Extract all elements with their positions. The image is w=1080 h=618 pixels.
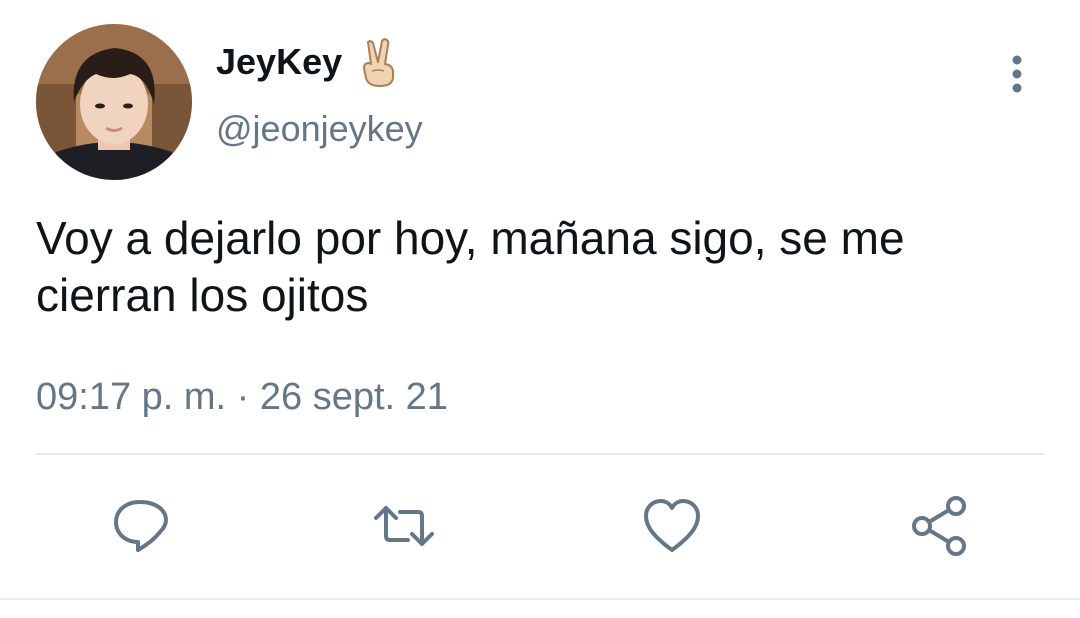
- retweet-icon: [374, 506, 434, 546]
- user-handle[interactable]: @jeonjeykey: [216, 106, 423, 152]
- share-button[interactable]: [908, 494, 972, 558]
- more-options-icon[interactable]: [1000, 52, 1034, 98]
- share-icon: [912, 496, 966, 556]
- bottom-divider: [0, 598, 1080, 600]
- tweet-timestamp[interactable]: 09:17 p. m. · 26 sept. 21: [36, 372, 448, 422]
- tweet-text: Voy a dejarlo por hoy, mañana sigo, se m…: [36, 210, 1056, 324]
- victory-hand-icon: [358, 38, 402, 88]
- divider: [36, 453, 1044, 455]
- tweet-text-line-2: cierran los ojitos: [36, 269, 369, 321]
- avatar[interactable]: [36, 24, 192, 180]
- tweet-card: JeyKey @jeonjeykey Voy a dejarlo por hoy…: [0, 0, 1080, 618]
- display-name[interactable]: JeyKey: [216, 38, 342, 86]
- reply-button[interactable]: [108, 494, 172, 558]
- tweet-text-line-1: Voy a dejarlo por hoy, mañana sigo, se m…: [36, 212, 905, 264]
- like-button[interactable]: [640, 494, 704, 558]
- speech-bubble-icon: [114, 500, 168, 552]
- retweet-button[interactable]: [372, 494, 436, 558]
- heart-icon: [644, 499, 700, 552]
